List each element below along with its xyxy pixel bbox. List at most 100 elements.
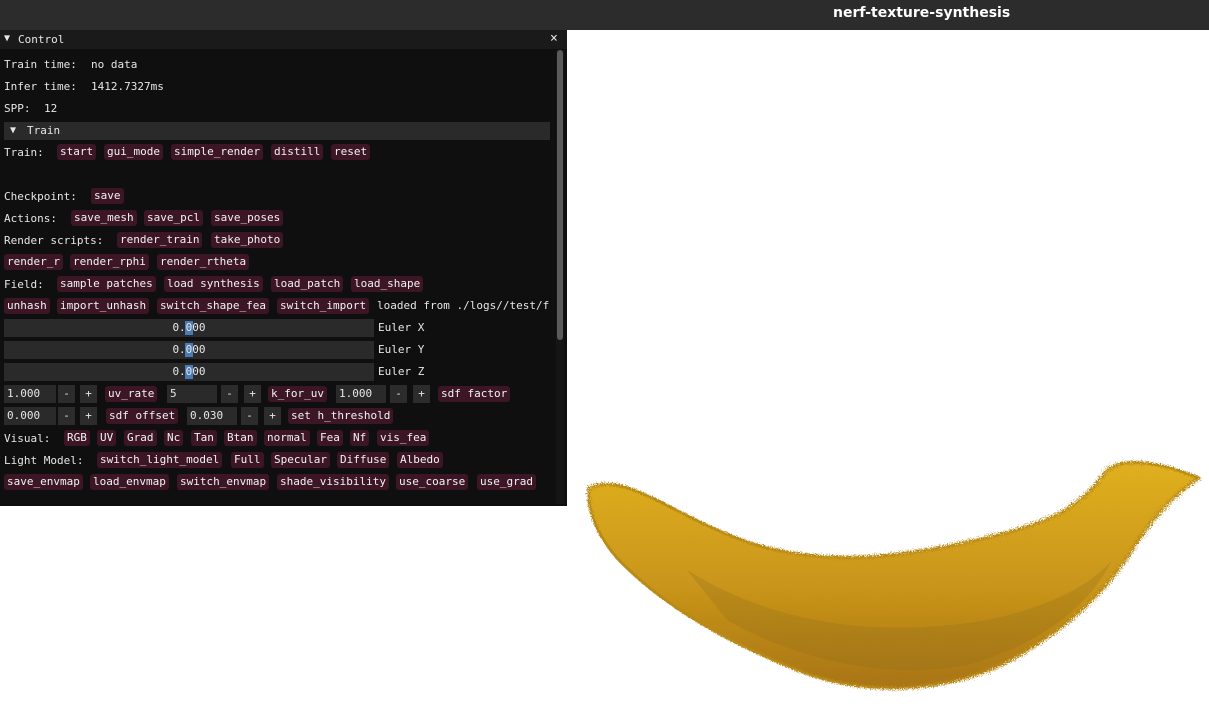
euler-y-slider[interactable]: 0.000: [4, 341, 374, 359]
visual-nf-button[interactable]: Nf: [350, 430, 370, 446]
set-h-threshold-button[interactable]: set h_threshold: [288, 408, 394, 424]
train-row-label: Train:: [4, 146, 44, 159]
simple-render-button[interactable]: simple_render: [171, 144, 264, 160]
train-section-label: Train: [27, 124, 61, 137]
save-pcl-button[interactable]: save_pcl: [144, 210, 203, 226]
light-specular-button[interactable]: Specular: [271, 452, 330, 468]
sdf-offset-input[interactable]: 0.000: [4, 407, 56, 425]
sdf-factor-plus-button[interactable]: +: [413, 385, 430, 403]
k-for-uv-input[interactable]: 5: [167, 385, 217, 403]
uv-rate-input[interactable]: 1.000: [4, 385, 56, 403]
sdf-factor-input[interactable]: 1.000: [336, 385, 386, 403]
light-diffuse-button[interactable]: Diffuse: [337, 452, 390, 468]
visual-rgb-button[interactable]: RGB: [64, 430, 90, 446]
h-threshold-plus-button[interactable]: +: [264, 407, 281, 425]
save-envmap-button[interactable]: save_envmap: [4, 474, 83, 490]
rendered-banana-object: [587, 460, 1203, 690]
switch-light-model-button[interactable]: switch_light_model: [97, 452, 223, 468]
load-synthesis-button[interactable]: load synthesis: [164, 276, 263, 292]
train-time-value: no data: [91, 58, 138, 71]
spp-label: SPP:: [4, 102, 31, 115]
control-panel: ▼ Control × Train time: no data Infer ti…: [0, 30, 567, 506]
euler-x-label: Euler X: [378, 321, 425, 334]
visual-normal-button[interactable]: normal: [264, 430, 310, 446]
shade-visibility-button[interactable]: shade_visibility: [277, 474, 389, 490]
visual-fea-button[interactable]: Fea: [317, 430, 343, 446]
infer-time-label: Infer time:: [4, 80, 77, 93]
light-model-label: Light Model:: [4, 454, 84, 467]
load-shape-button[interactable]: load_shape: [351, 276, 424, 292]
checkpoint-label: Checkpoint:: [4, 190, 77, 203]
euler-z-label: Euler Z: [378, 365, 425, 378]
use-coarse-button[interactable]: use_coarse: [396, 474, 469, 490]
train-time-label: Train time:: [4, 58, 77, 71]
gui-mode-button[interactable]: gui_mode: [104, 144, 163, 160]
uv-rate-button[interactable]: uv_rate: [105, 386, 158, 402]
switch-envmap-button[interactable]: switch_envmap: [177, 474, 270, 490]
visual-nc-button[interactable]: Nc: [164, 430, 184, 446]
k-for-uv-button[interactable]: k_for_uv: [268, 386, 327, 402]
close-icon[interactable]: ×: [550, 31, 558, 46]
save-checkpoint-button[interactable]: save: [91, 188, 124, 204]
euler-x-slider[interactable]: 0.000: [4, 319, 374, 337]
visual-label: Visual:: [4, 432, 51, 445]
visual-uv-button[interactable]: UV: [97, 430, 117, 446]
load-patch-button[interactable]: load_patch: [271, 276, 344, 292]
euler-y-value: 0.000: [172, 343, 206, 356]
euler-z-slider[interactable]: 0.000: [4, 363, 374, 381]
sdf-offset-minus-button[interactable]: -: [58, 407, 75, 425]
infer-time-value: 1412.7327ms: [91, 80, 164, 93]
actions-label: Actions:: [4, 212, 57, 225]
use-grad-button[interactable]: use_grad: [477, 474, 536, 490]
render-train-button[interactable]: render_train: [117, 232, 203, 248]
h-threshold-input[interactable]: 0.030: [187, 407, 237, 425]
visual-btan-button[interactable]: Btan: [224, 430, 257, 446]
render-rtheta-button[interactable]: render_rtheta: [157, 254, 250, 270]
train-section-header[interactable]: ▼ Train: [4, 122, 550, 140]
collapse-arrow-icon[interactable]: ▼: [4, 33, 10, 44]
uv-rate-minus-button[interactable]: -: [58, 385, 75, 403]
visual-tan-button[interactable]: Tan: [191, 430, 217, 446]
unhash-button[interactable]: unhash: [4, 298, 50, 314]
sample-patches-button[interactable]: sample patches: [57, 276, 156, 292]
light-full-button[interactable]: Full: [231, 452, 264, 468]
spp-value: 12: [44, 102, 58, 115]
sdf-factor-minus-button[interactable]: -: [390, 385, 407, 403]
render-viewport[interactable]: [567, 30, 1209, 720]
save-mesh-button[interactable]: save_mesh: [71, 210, 137, 226]
euler-x-value: 0.000: [172, 321, 206, 334]
start-button[interactable]: start: [57, 144, 97, 160]
loaded-from-status: loaded from ./logs//test/f: [377, 299, 550, 312]
visual-vis-fea-button[interactable]: vis_fea: [377, 430, 430, 446]
load-envmap-button[interactable]: load_envmap: [90, 474, 169, 490]
scrollbar-thumb[interactable]: [557, 50, 563, 340]
import-unhash-button[interactable]: import_unhash: [57, 298, 150, 314]
train-collapse-arrow-icon[interactable]: ▼: [10, 125, 16, 136]
render-scripts-label: Render scripts:: [4, 234, 104, 247]
euler-z-value: 0.000: [172, 365, 206, 378]
sdf-factor-button[interactable]: sdf factor: [438, 386, 511, 402]
panel-scrollbar[interactable]: [556, 50, 564, 504]
window-title: nerf-texture-synthesis: [833, 5, 1011, 21]
distill-button[interactable]: distill: [271, 144, 324, 160]
take-photo-button[interactable]: take_photo: [211, 232, 284, 248]
render-rphi-button[interactable]: render_rphi: [70, 254, 149, 270]
window-titlebar: nerf-texture-synthesis: [0, 0, 1209, 30]
render-r-button[interactable]: render_r: [4, 254, 63, 270]
euler-y-label: Euler Y: [378, 343, 425, 356]
reset-button[interactable]: reset: [331, 144, 371, 160]
field-label: Field:: [4, 278, 44, 291]
control-panel-title: Control: [18, 33, 65, 46]
switch-import-button[interactable]: switch_import: [277, 298, 370, 314]
uv-rate-plus-button[interactable]: +: [80, 385, 97, 403]
switch-shape-fea-button[interactable]: switch_shape_fea: [157, 298, 269, 314]
sdf-offset-plus-button[interactable]: +: [80, 407, 97, 425]
control-panel-header[interactable]: ▼ Control ×: [0, 30, 567, 49]
visual-grad-button[interactable]: Grad: [124, 430, 157, 446]
light-albedo-button[interactable]: Albedo: [397, 452, 443, 468]
k-for-uv-minus-button[interactable]: -: [221, 385, 238, 403]
sdf-offset-button[interactable]: sdf offset: [106, 408, 179, 424]
save-poses-button[interactable]: save_poses: [211, 210, 284, 226]
h-threshold-minus-button[interactable]: -: [241, 407, 258, 425]
k-for-uv-plus-button[interactable]: +: [244, 385, 261, 403]
